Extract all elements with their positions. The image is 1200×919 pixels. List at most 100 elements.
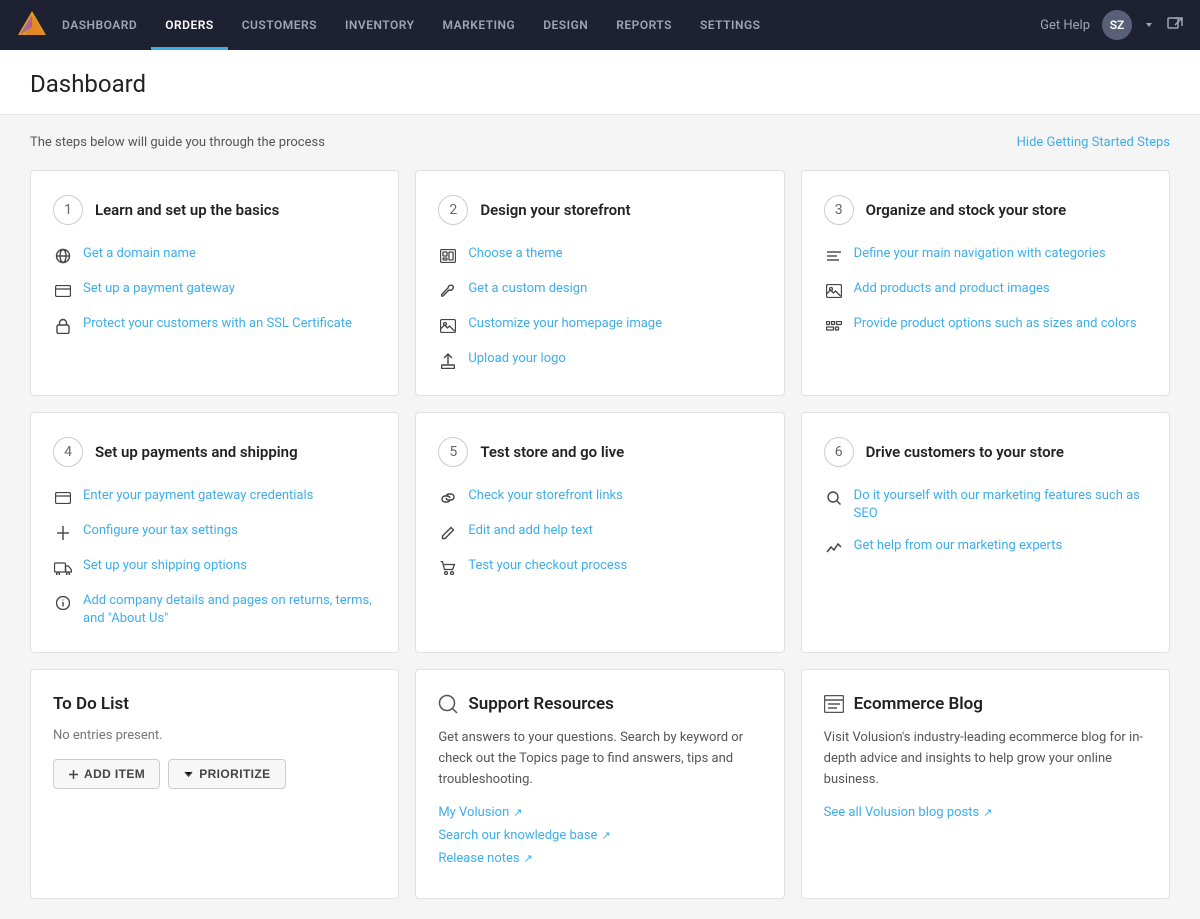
nav-orders[interactable]: ORDERS: [151, 0, 227, 50]
card-header-4: 4 Set up payments and shipping: [53, 437, 376, 467]
step-card-2: 2 Design your storefront Choose a theme …: [415, 170, 784, 396]
cart-icon: [438, 558, 458, 578]
step-number-3: 3: [824, 195, 854, 225]
blog-all-posts-link[interactable]: See all Volusion blog posts ↗: [824, 805, 1147, 820]
trend-icon: [824, 538, 844, 558]
nav-customers[interactable]: CUSTOMERS: [228, 0, 331, 50]
external-icon: ↗: [513, 806, 522, 819]
homepage-image-link[interactable]: Customize your homepage image: [468, 315, 662, 333]
test-checkout-link[interactable]: Test your checkout process: [468, 557, 627, 575]
blog-card: Ecommerce Blog Visit Volusion's industry…: [801, 669, 1170, 898]
tax-settings-link[interactable]: Configure your tax settings: [83, 522, 238, 540]
nav-settings[interactable]: SETTINGS: [686, 0, 775, 50]
info-icon: [53, 593, 73, 613]
card-title-2: Design your storefront: [480, 201, 630, 219]
add-products-link[interactable]: Add products and product images: [854, 280, 1050, 298]
nav-right: Get Help SZ: [1040, 10, 1184, 40]
card-header-6: 6 Drive customers to your store: [824, 437, 1147, 467]
list-item: Check your storefront links: [438, 487, 761, 508]
nav-dashboard[interactable]: DASHBOARD: [48, 0, 151, 50]
page-header: Dashboard: [0, 50, 1200, 115]
lock-icon: [53, 316, 73, 336]
search-icon: [824, 488, 844, 508]
plus-icon: [68, 769, 79, 780]
guide-text: The steps below will guide you through t…: [30, 135, 325, 150]
bottom-grid: To Do List No entries present. ADD ITEM …: [30, 669, 1170, 898]
list-item: Configure your tax settings: [53, 522, 376, 543]
step-number-1: 1: [53, 195, 83, 225]
list-item: Set up a payment gateway: [53, 280, 376, 301]
shipping-options-link[interactable]: Set up your shipping options: [83, 557, 247, 575]
nav-design[interactable]: DESIGN: [529, 0, 602, 50]
card-links-1: Get a domain name Set up a payment gatew…: [53, 245, 376, 336]
custom-design-link[interactable]: Get a custom design: [468, 280, 587, 298]
card-title-4: Set up payments and shipping: [95, 443, 298, 461]
list-item: Set up your shipping options: [53, 557, 376, 578]
step-number-2: 2: [438, 195, 468, 225]
card-links-4: Enter your payment gateway credentials C…: [53, 487, 376, 628]
step-card-1: 1 Learn and set up the basics Get a doma…: [30, 170, 399, 396]
payment-credentials-link[interactable]: Enter your payment gateway credentials: [83, 487, 313, 505]
card-title-6: Drive customers to your store: [866, 443, 1064, 461]
check-links-link[interactable]: Check your storefront links: [468, 487, 623, 505]
card-links-2: Choose a theme Get a custom design Custo…: [438, 245, 761, 371]
seo-link[interactable]: Do it yourself with our marketing featur…: [854, 487, 1147, 523]
list-item: Get help from our marketing experts: [824, 537, 1147, 558]
list-item: Define your main navigation with categor…: [824, 245, 1147, 266]
theme-icon: [438, 246, 458, 266]
nav-marketing[interactable]: MARKETING: [428, 0, 529, 50]
list-item: Do it yourself with our marketing featur…: [824, 487, 1147, 523]
user-avatar[interactable]: SZ: [1102, 10, 1132, 40]
search-support-icon: [438, 694, 458, 714]
list-item: Enter your payment gateway credentials: [53, 487, 376, 508]
choose-theme-link[interactable]: Choose a theme: [468, 245, 562, 263]
steps-grid: 1 Learn and set up the basics Get a doma…: [30, 170, 1170, 653]
card-header-1: 1 Learn and set up the basics: [53, 195, 376, 225]
ssl-link[interactable]: Protect your customers with an SSL Certi…: [83, 315, 352, 333]
payment-gateway-link[interactable]: Set up a payment gateway: [83, 280, 235, 298]
todo-card: To Do List No entries present. ADD ITEM …: [30, 669, 399, 898]
card-title-3: Organize and stock your store: [866, 201, 1067, 219]
card-title-5: Test store and go live: [480, 443, 624, 461]
image-icon: [438, 316, 458, 336]
list-item: Get a domain name: [53, 245, 376, 266]
my-volusion-link[interactable]: My Volusion ↗: [438, 805, 761, 820]
step-number-5: 5: [438, 437, 468, 467]
prioritize-button[interactable]: PRIORITIZE: [168, 759, 285, 789]
product-options-link[interactable]: Provide product options such as sizes an…: [854, 315, 1137, 333]
shipping-icon: [53, 558, 73, 578]
page-title: Dashboard: [30, 70, 1170, 98]
card-header-2: 2 Design your storefront: [438, 195, 761, 225]
card-title-1: Learn and set up the basics: [95, 201, 279, 219]
credentials-icon: [53, 488, 73, 508]
release-notes-link[interactable]: Release notes ↗: [438, 851, 761, 866]
step-number-4: 4: [53, 437, 83, 467]
help-link[interactable]: Get Help: [1040, 18, 1090, 33]
chevron-down-icon: [1144, 20, 1154, 30]
hide-steps-link[interactable]: Hide Getting Started Steps: [1017, 135, 1170, 150]
external-link-icon[interactable]: [1166, 16, 1184, 34]
list-item: Choose a theme: [438, 245, 761, 266]
sort-icon: [183, 769, 194, 780]
nav-inventory[interactable]: INVENTORY: [331, 0, 429, 50]
globe-icon: [53, 246, 73, 266]
list-item: Test your checkout process: [438, 557, 761, 578]
products-icon: [824, 281, 844, 301]
page-content: The steps below will guide you through t…: [0, 115, 1200, 919]
card-links-6: Do it yourself with our marketing featur…: [824, 487, 1147, 558]
marketing-experts-link[interactable]: Get help from our marketing experts: [854, 537, 1063, 555]
nav-reports[interactable]: REPORTS: [602, 0, 686, 50]
get-domain-link[interactable]: Get a domain name: [83, 245, 196, 263]
upload-logo-link[interactable]: Upload your logo: [468, 350, 566, 368]
wrench-icon: [438, 281, 458, 301]
add-item-button[interactable]: ADD ITEM: [53, 759, 160, 789]
step-number-6: 6: [824, 437, 854, 467]
company-details-link[interactable]: Add company details and pages on returns…: [83, 592, 376, 628]
list-item: Add products and product images: [824, 280, 1147, 301]
knowledge-base-link[interactable]: Search our knowledge base ↗: [438, 828, 761, 843]
list-item: Protect your customers with an SSL Certi…: [53, 315, 376, 336]
step-card-6: 6 Drive customers to your store Do it yo…: [801, 412, 1170, 653]
define-nav-link[interactable]: Define your main navigation with categor…: [854, 245, 1106, 263]
edit-help-text-link[interactable]: Edit and add help text: [468, 522, 593, 540]
support-card: Support Resources Get answers to your qu…: [415, 669, 784, 898]
